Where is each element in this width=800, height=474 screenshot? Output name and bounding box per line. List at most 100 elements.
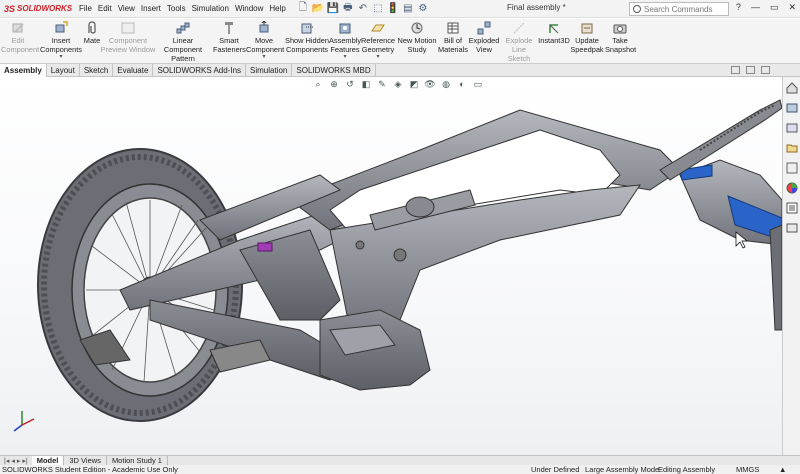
viewport-maximize-icon[interactable] <box>761 66 770 74</box>
new-motion-study-button[interactable]: New Motion Study <box>396 21 438 54</box>
linear-pattern-button[interactable]: Linear Component Pattern ▾ <box>154 21 212 69</box>
explode-line-icon <box>513 22 525 34</box>
mate-button[interactable]: Mate <box>82 21 102 45</box>
close-button[interactable]: ✕ <box>788 2 796 13</box>
chevron-down-icon[interactable]: ▾ <box>360 54 396 60</box>
chevron-down-icon[interactable]: ▾ <box>246 54 282 60</box>
bike-model-render <box>13 99 782 432</box>
take-snapshot-button[interactable]: Take Snapshot <box>605 21 636 54</box>
tab-layout[interactable]: Layout <box>47 64 80 77</box>
edit-component-icon <box>12 23 24 33</box>
maximize-button[interactable]: ▭ <box>770 2 779 13</box>
select-icon[interactable]: ⬚ <box>372 3 384 15</box>
next-tab-icon[interactable]: ▸ <box>17 457 21 465</box>
first-tab-icon[interactable]: |◂ <box>4 457 9 465</box>
file-explorer-icon[interactable] <box>785 141 799 155</box>
options-gear-icon[interactable]: ⚙ <box>417 3 429 15</box>
file-properties-icon[interactable]: ▤ <box>402 3 414 15</box>
status-expand-icon[interactable]: ▲ <box>779 465 786 474</box>
smart-fasteners-button[interactable]: Smart Fasteners <box>213 21 246 54</box>
task-pane <box>782 77 800 455</box>
graphics-viewport[interactable]: ⌕ ⊕ ↺ ◧ ✎ ◈ ◩ 👁 ◍ ◐ ▭ <box>0 77 782 455</box>
undo-icon[interactable]: ↶ <box>357 3 369 15</box>
preview-window-icon <box>121 22 135 34</box>
view-palette-icon[interactable] <box>785 161 799 175</box>
editing-status: Editing Assembly <box>658 465 716 474</box>
bill-of-materials-button[interactable]: Bill of Materials <box>438 21 468 54</box>
status-bar: SOLIDWORKS Student Edition - Academic Us… <box>0 465 800 474</box>
coordinate-triad-icon <box>13 411 35 432</box>
license-status: SOLIDWORKS Student Edition - Academic Us… <box>2 465 178 474</box>
save-icon[interactable]: 💾 <box>327 3 339 15</box>
menu-simulation[interactable]: Simulation <box>189 4 232 13</box>
menu-edit[interactable]: Edit <box>95 4 115 13</box>
update-speedpak-button[interactable]: Update Speedpak <box>570 21 604 54</box>
resources-icon[interactable] <box>785 101 799 115</box>
logo-text: SOLIDWORKS <box>17 4 73 13</box>
reference-geometry-icon <box>371 24 385 32</box>
minimize-button[interactable]: — <box>751 2 760 13</box>
reference-geometry-button[interactable]: Reference Geometry ▾ <box>360 21 396 60</box>
new-document-icon[interactable]: 🗋 <box>297 2 309 15</box>
show-hidden-button[interactable]: Show Hidden Components <box>284 21 330 54</box>
tab-assembly[interactable]: Assembly <box>0 64 47 77</box>
prev-tab-icon[interactable]: ◂ <box>11 457 15 465</box>
linear-pattern-icon <box>176 22 190 34</box>
tab-sketch[interactable]: Sketch <box>80 64 114 77</box>
component-preview-button[interactable]: Component Preview Window <box>100 21 156 54</box>
viewport-tile-icon[interactable] <box>746 66 755 74</box>
assembly-mode-status: Large Assembly Mode <box>585 465 660 474</box>
help-button[interactable]: ? <box>736 2 741 13</box>
tab-addins[interactable]: SOLIDWORKS Add-Ins <box>153 64 247 77</box>
menu-tools[interactable]: Tools <box>164 4 189 13</box>
tab-simulation[interactable]: Simulation <box>246 64 293 77</box>
appearances-icon[interactable] <box>785 181 799 195</box>
print-icon[interactable]: 🖶 <box>342 2 354 15</box>
insert-components-button[interactable]: Insert Components ▾ <box>38 21 84 60</box>
edit-component-button[interactable]: Edit Component <box>1 21 39 54</box>
title-bar: 3S SOLIDWORKS File Edit View Insert Tool… <box>0 0 800 18</box>
viewport-restore-icon[interactable] <box>731 66 740 74</box>
chevron-down-icon[interactable]: ▾ <box>329 54 361 60</box>
design-library-icon[interactable] <box>785 121 799 135</box>
chevron-down-icon[interactable]: ▾ <box>38 54 84 60</box>
command-tabs: Assembly Layout Sketch Evaluate SOLIDWOR… <box>0 64 800 77</box>
last-tab-icon[interactable]: ▸| <box>22 457 27 465</box>
menu-window[interactable]: Window <box>232 4 266 13</box>
menu-file[interactable]: File <box>76 4 95 13</box>
move-component-icon <box>259 21 269 33</box>
exploded-view-button[interactable]: Exploded View <box>468 21 500 54</box>
search-input[interactable] <box>644 4 714 14</box>
explode-line-sketch-button[interactable]: Explode Line Sketch <box>500 21 538 63</box>
tab-mbd[interactable]: SOLIDWORKS MBD <box>292 64 376 77</box>
tab-nav-arrows[interactable]: |◂ ◂ ▸ ▸| <box>0 457 32 465</box>
menu-insert[interactable]: Insert <box>138 4 164 13</box>
document-title: Final assembly * <box>507 3 566 12</box>
camera-icon <box>613 24 627 34</box>
viewport-window-controls <box>731 66 770 74</box>
home-icon[interactable] <box>785 81 799 95</box>
tab-3d-views[interactable]: 3D Views <box>64 456 107 465</box>
menu-bar: File Edit View Insert Tools Simulation W… <box>76 4 289 13</box>
magenta-marker <box>257 242 273 252</box>
front-tire-partial <box>769 224 782 331</box>
menu-view[interactable]: View <box>115 4 138 13</box>
mate-paperclip-icon <box>88 21 96 34</box>
instant3d-button[interactable]: Instant3D <box>538 21 570 45</box>
move-component-button[interactable]: Move Component ▾ <box>246 21 284 60</box>
solidworks-logo[interactable]: 3S SOLIDWORKS <box>0 4 76 14</box>
tab-model[interactable]: Model <box>31 456 65 465</box>
search-box[interactable] <box>629 2 729 16</box>
tab-evaluate[interactable]: Evaluate <box>113 64 154 77</box>
menu-help[interactable]: Help <box>266 4 288 13</box>
unit-system-button[interactable]: MMGS <box>736 465 759 474</box>
tab-motion-study[interactable]: Motion Study 1 <box>107 456 168 465</box>
custom-properties-icon[interactable] <box>785 201 799 215</box>
window-controls: ? — ▭ ✕ <box>736 2 796 13</box>
insert-components-icon <box>55 21 68 33</box>
command-manager: Edit Component Insert Components ▾ Mate … <box>0 19 800 69</box>
assembly-features-button[interactable]: Assembly Features ▾ <box>329 21 361 60</box>
solidworks-forum-icon[interactable] <box>785 221 799 235</box>
rebuild-icon[interactable]: 🚦 <box>387 3 399 15</box>
open-folder-icon[interactable]: 📂 <box>312 3 324 15</box>
